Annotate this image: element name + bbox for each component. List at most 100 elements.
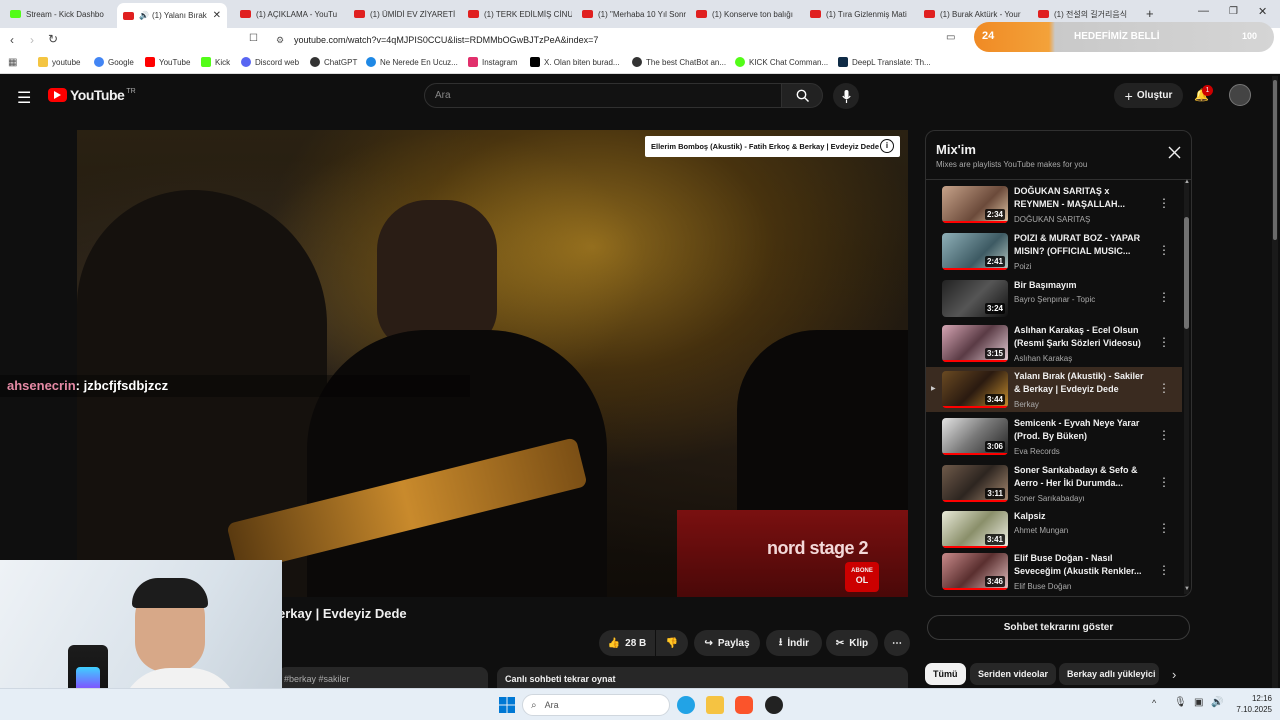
filter-chip-all[interactable]: Tümü — [925, 663, 966, 685]
browser-tab[interactable]: (1) 전설의 길거리음식 — [1032, 4, 1142, 24]
browser-tab[interactable]: (1) Konserve ton balığı — [690, 4, 800, 24]
playlist-item-current[interactable]: ▶ 3:44 Yalanı Bırak (Akustik) - Sakiler … — [926, 367, 1182, 412]
brave-browser-icon[interactable] — [735, 696, 753, 714]
video-player[interactable]: nord stage 2 Ellerim Bomboş (Akustik) - … — [77, 130, 908, 597]
bookmark-item[interactable]: Instagram — [468, 57, 518, 67]
browser-tab[interactable]: Stream - Kick Dashbo — [4, 4, 114, 24]
bookmark-icon[interactable]: ☐ — [249, 33, 258, 44]
forward-icon[interactable]: › — [30, 33, 34, 47]
microphone-icon[interactable]: 🎙 — [1174, 697, 1187, 708]
maximize-window-icon[interactable]: ❐ — [1229, 6, 1238, 17]
description-box[interactable]: #berkay #sakiler — [278, 667, 488, 688]
playlist-item[interactable]: 2:34 DOĞUKAN SARITAŞ x REYNMEN - MAŞALLA… — [926, 182, 1182, 227]
search-button[interactable] — [781, 83, 823, 108]
more-vertical-icon[interactable]: ⋮ — [1158, 428, 1170, 442]
scroll-down-icon[interactable]: ▼ — [1184, 586, 1190, 592]
page-scrollbar-thumb[interactable] — [1273, 80, 1277, 240]
obs-icon[interactable] — [765, 696, 783, 714]
reload-icon[interactable]: ↻ — [48, 32, 58, 46]
filter-chip-uploader[interactable]: Berkay adlı yükleyici — [1059, 663, 1159, 685]
browser-tab[interactable]: (1) "Merhaba 10 Yıl Sonr — [576, 4, 686, 24]
info-icon[interactable]: i — [880, 139, 894, 153]
video-overlay-title[interactable]: Ellerim Bomboş (Akustik) - Fatih Erkoç &… — [645, 136, 900, 157]
new-tab-button[interactable]: + — [1146, 6, 1154, 21]
windows-start-icon[interactable] — [498, 696, 516, 714]
dislike-button[interactable]: 👎 — [656, 630, 688, 656]
like-button[interactable]: 👍 28 B — [599, 630, 655, 656]
bookmark-item[interactable]: YouTube — [145, 57, 190, 67]
avatar[interactable] — [1229, 84, 1251, 106]
chevron-right-icon[interactable]: › — [1172, 667, 1176, 682]
download-button[interactable]: ⭳ İndir — [766, 630, 822, 656]
browser-tab[interactable]: (1) Burak Aktürk - Your — [918, 4, 1028, 24]
bookmark-item[interactable]: ChatGPT — [310, 57, 357, 67]
more-vertical-icon[interactable]: ⋮ — [1158, 563, 1170, 577]
apps-grid-icon[interactable]: ▦ — [8, 57, 17, 68]
bookmark-item[interactable]: Ne Nerede En Ucuz... — [366, 57, 458, 67]
playlist-item[interactable]: 3:11 Soner Sarıkabadayı & Sefo & Aerro -… — [926, 461, 1182, 506]
share-button[interactable]: ↪ Paylaş — [694, 630, 760, 656]
bookmark-item[interactable]: Discord web — [241, 57, 299, 67]
item-title: Kalpsiz — [1014, 511, 1046, 521]
site-info-icon[interactable]: ⚙ — [276, 31, 284, 49]
minimize-window-icon[interactable]: — — [1198, 5, 1209, 17]
more-vertical-icon[interactable]: ⋮ — [1158, 381, 1170, 395]
scroll-up-icon[interactable]: ▲ — [1184, 179, 1190, 185]
more-actions-button[interactable]: ⋯ — [884, 630, 910, 656]
chevron-up-icon[interactable]: ^ — [1152, 698, 1156, 708]
search-input[interactable]: Ara — [424, 83, 782, 108]
more-vertical-icon[interactable]: ⋮ — [1158, 196, 1170, 210]
menu-icon[interactable]: ☰ — [17, 88, 31, 108]
youtube-icon — [924, 10, 935, 18]
taskbar-search-box[interactable]: ⌕ Ara — [522, 694, 670, 716]
youtube-logo[interactable]: YouTube TR — [48, 87, 136, 103]
volume-icon[interactable]: 🔊 — [1211, 697, 1223, 708]
bookmark-item[interactable]: The best ChatBot an... — [632, 57, 726, 67]
duration: 3:24 — [984, 303, 1005, 314]
bookmark-item[interactable]: Kick — [201, 57, 230, 67]
back-icon[interactable]: ‹ — [10, 33, 14, 47]
create-button[interactable]: + Oluştur — [1114, 83, 1183, 108]
watch-progress-bar — [942, 500, 1008, 502]
duration: 3:44 — [984, 394, 1005, 405]
playlist-item[interactable]: 3:06 Semicenk - Eyvah Neye Yarar (Prod. … — [926, 414, 1182, 459]
network-icon[interactable]: ▣ — [1194, 697, 1203, 708]
bookmark-item[interactable]: Google — [94, 57, 134, 67]
playlist-item[interactable]: 3:24 Bir Başımayım Bayro Şenpınar - Topi… — [926, 276, 1182, 321]
bookmark-item[interactable]: KICK Chat Comman... — [735, 57, 828, 67]
browser-tab[interactable]: (1) Tıra Gizlenmiş Mati — [804, 4, 914, 24]
playlist-item[interactable]: 2:41 POIZI & MURAT BOZ - YAPAR MISIN? (O… — [926, 229, 1182, 274]
browser-tab-active[interactable]: 🔊 (1) Yalanı Bırak ✕ — [117, 3, 227, 28]
browser-tab[interactable]: (1) ÜMİDİ EV ZİYARETİ — [348, 4, 458, 24]
more-vertical-icon[interactable]: ⋮ — [1158, 243, 1170, 257]
bookmark-item[interactable]: DeepL Translate: Th... — [838, 57, 931, 67]
edge-icon[interactable] — [677, 696, 695, 714]
close-panel-button[interactable] — [1168, 146, 1181, 159]
close-window-icon[interactable]: ✕ — [1258, 5, 1267, 18]
browser-tab[interactable]: (1) TERK EDİLMİŞ CİNU — [462, 4, 572, 24]
playlist-item[interactable]: 3:41 Kalpsiz Ahmet Mungan ⋮ — [926, 507, 1182, 552]
file-explorer-icon[interactable] — [706, 696, 724, 714]
filter-chip-series[interactable]: Seriden videolar — [970, 663, 1057, 685]
browser-tab[interactable]: (1) AÇIKLAMA - YouTu — [234, 4, 344, 24]
subscribe-watermark[interactable]: ABONE OL — [845, 562, 879, 592]
panel-scrollbar-thumb[interactable] — [1184, 217, 1189, 329]
url-field[interactable]: ⚙ youtube.com/watch?v=4qMJPIS0CCU&list=R… — [268, 31, 988, 49]
show-chat-replay-button[interactable]: Sohbet tekrarını göster — [927, 615, 1190, 640]
bookmark-item[interactable]: youtube — [38, 57, 80, 67]
more-vertical-icon[interactable]: ⋮ — [1158, 521, 1170, 535]
cast-icon[interactable]: ▭ — [946, 32, 955, 43]
more-vertical-icon[interactable]: ⋮ — [1158, 290, 1170, 304]
more-vertical-icon[interactable]: ⋮ — [1158, 475, 1170, 489]
clip-button[interactable]: ✂ Klip — [826, 630, 878, 656]
voice-search-button[interactable] — [833, 83, 859, 109]
playlist-item[interactable]: 3:46 Elif Buse Doğan - Nasıl Seveceğim (… — [926, 549, 1182, 594]
windows-taskbar: ⌕ Ara ^ 🎙 ▣ 🔊 12:16 7.10.2025 — [0, 688, 1280, 720]
close-tab-icon[interactable]: ✕ — [213, 10, 221, 21]
speaker-icon[interactable]: 🔊 — [139, 11, 149, 20]
clock[interactable]: 12:16 7.10.2025 — [1232, 693, 1272, 715]
playlist-item[interactable]: 3:15 Aslıhan Karakaş - Ecel Olsun (Resmi… — [926, 321, 1182, 366]
more-vertical-icon[interactable]: ⋮ — [1158, 335, 1170, 349]
watch-progress-bar — [942, 268, 1008, 270]
bookmark-item[interactable]: X. Olan biten burad... — [530, 57, 620, 67]
